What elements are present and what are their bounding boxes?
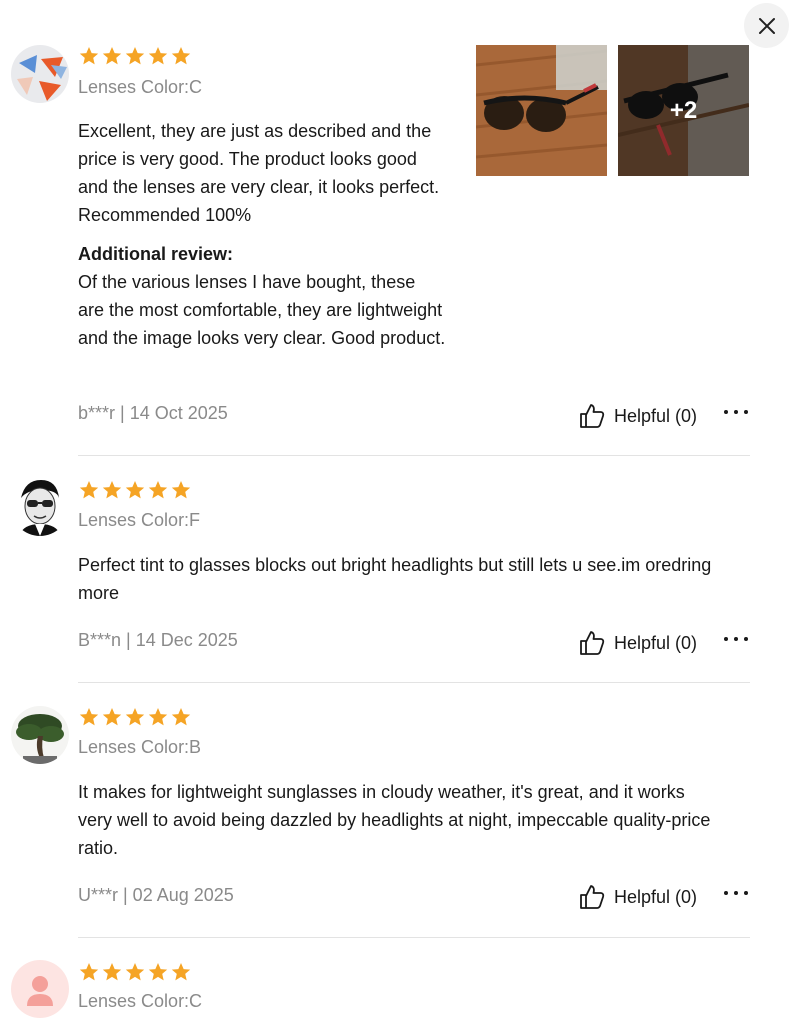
star-icon xyxy=(148,708,168,726)
default-avatar-icon xyxy=(11,960,69,1018)
star-icon xyxy=(125,47,145,65)
star-icon xyxy=(79,708,99,726)
divider xyxy=(78,937,750,938)
star-icon xyxy=(148,481,168,499)
divider xyxy=(78,455,750,456)
more-dots-icon xyxy=(724,410,728,414)
review-variant: Lenses Color:C xyxy=(78,77,203,97)
avatar xyxy=(11,45,69,103)
helpful-label: Helpful (0) xyxy=(614,632,698,653)
helpful-label: Helpful (0) xyxy=(614,405,698,426)
review-text: It makes for lightweight sunglasses in c… xyxy=(78,782,711,858)
thumbs-up-icon xyxy=(580,885,605,909)
star-icon xyxy=(171,963,191,981)
review-author-date: U***r | 02 Aug 2025 xyxy=(78,885,234,905)
review-photo-2[interactable]: +2 xyxy=(618,45,749,176)
avatar xyxy=(11,478,69,536)
helpful-button[interactable]: Helpful (0) xyxy=(578,883,697,911)
star-icon xyxy=(102,481,122,499)
more-options-button[interactable] xyxy=(724,407,748,417)
review-variant: Lenses Color:F xyxy=(78,510,201,530)
more-dots-icon xyxy=(724,637,728,641)
close-button[interactable] xyxy=(744,3,789,48)
avatar xyxy=(11,960,69,1018)
thumbs-up-icon xyxy=(580,404,605,428)
helpful-label: Helpful (0) xyxy=(614,886,698,907)
additional-review-title: Additional review: xyxy=(78,244,234,264)
rating-stars xyxy=(78,961,192,983)
star-icon xyxy=(171,47,191,65)
review-author-date: B***n | 14 Dec 2025 xyxy=(78,630,238,650)
star-icon xyxy=(125,963,145,981)
avatar xyxy=(11,706,69,764)
star-icon xyxy=(102,708,122,726)
thumbs-up-icon xyxy=(580,631,605,655)
star-icon xyxy=(102,47,122,65)
more-options-button[interactable] xyxy=(724,888,748,898)
review-variant: Lenses Color:B xyxy=(78,737,202,757)
star-icon xyxy=(79,481,99,499)
rating-stars xyxy=(78,706,192,728)
rating-stars xyxy=(78,45,192,67)
star-icon xyxy=(148,47,168,65)
star-icon xyxy=(79,47,99,65)
divider xyxy=(78,682,750,683)
more-dots-icon xyxy=(724,891,728,895)
star-icon xyxy=(148,963,168,981)
star-icon xyxy=(171,481,191,499)
helpful-button[interactable]: Helpful (0) xyxy=(578,629,697,657)
review-text: Excellent, they are just as described an… xyxy=(78,121,440,225)
rating-stars xyxy=(78,479,192,501)
additional-review-text: Of the various lenses I have bought, the… xyxy=(78,272,446,348)
review-text: Perfect tint to glasses blocks out brigh… xyxy=(78,555,712,603)
more-options-button[interactable] xyxy=(724,634,748,644)
star-icon xyxy=(125,481,145,499)
star-icon xyxy=(171,708,191,726)
more-photos-count: +2 xyxy=(618,45,749,176)
review-photo-1[interactable] xyxy=(476,45,607,176)
star-icon xyxy=(125,708,145,726)
close-icon xyxy=(758,17,775,34)
review-variant: Lenses Color:C xyxy=(78,991,203,1011)
helpful-button[interactable]: Helpful (0) xyxy=(578,402,697,430)
review-author-date: b***r | 14 Oct 2025 xyxy=(78,403,228,423)
star-icon xyxy=(79,963,99,981)
star-icon xyxy=(102,963,122,981)
